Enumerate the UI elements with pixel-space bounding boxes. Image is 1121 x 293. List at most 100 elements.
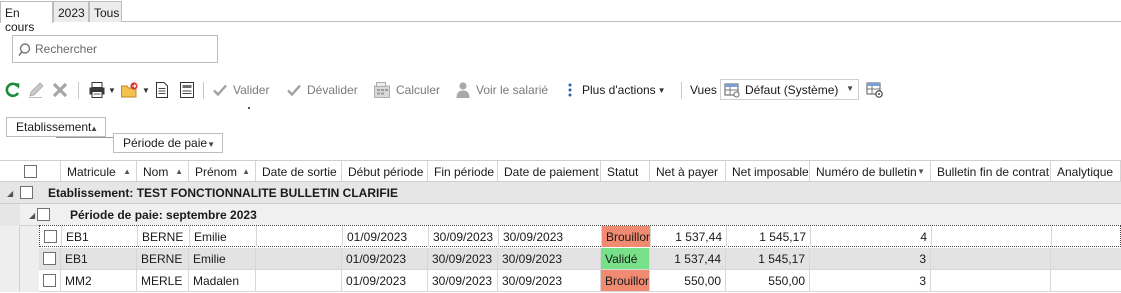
unvalidate-button[interactable]: Dévalider [286, 78, 358, 102]
cell-statut: Brouillon [601, 270, 650, 291]
cell-statut: Brouillon [602, 226, 651, 247]
delete-button[interactable] [51, 78, 69, 102]
view-employee-label: Voir le salarié [476, 83, 549, 97]
column-header-label: Prénom [195, 165, 238, 179]
group-title: Période de paie: septembre 2023 [70, 208, 257, 222]
column-header-nom[interactable]: Nom ▲ [137, 161, 189, 182]
grid-header: Matricule ▲ Nom ▲ Prénom ▲ Date de sortie D… [0, 160, 1121, 182]
column-header-fin-periode[interactable]: Fin période [428, 161, 498, 182]
sort-desc-icon: ▼ [917, 167, 925, 176]
sort-asc-icon: ▲ [123, 167, 131, 176]
chevron-down-icon: ▼ [142, 85, 150, 95]
row-checkbox[interactable] [43, 252, 56, 265]
grid-view-icon [724, 83, 740, 98]
column-header-debut-periode[interactable]: Début période [342, 161, 428, 182]
cell-debut: 01/09/2023 [342, 270, 428, 291]
group-title: Etablissement: TEST FONCTIONNALITE BULLE… [48, 186, 399, 200]
sort-asc-icon: ▲ [175, 167, 183, 176]
cell-fin: 30/09/2023 [429, 226, 499, 247]
views-text: Vues [690, 83, 717, 97]
cell-nom: BERNE [138, 226, 190, 247]
group-row-etablissement[interactable]: ◢ Etablissement: TEST FONCTIONNALITE BUL… [0, 182, 1121, 204]
table-row[interactable]: MM2 MERLE Madalen 01/09/2023 30/09/2023 … [39, 270, 1121, 292]
collapse-triangle-icon[interactable]: ◢ [7, 189, 13, 198]
select-all-cell [0, 161, 61, 182]
sort-asc-icon: ▲ [90, 124, 98, 133]
column-header-net-payer[interactable]: Net à payer [650, 161, 726, 182]
tab-tous[interactable]: Tous [89, 1, 122, 22]
validate-label: Valider [233, 83, 270, 97]
search-box [12, 35, 218, 63]
person-icon [456, 82, 470, 98]
collapse-triangle-icon[interactable]: ◢ [29, 211, 35, 220]
group-chip-periode[interactable]: Période de paie ▼ [113, 133, 223, 153]
cell-net-imposable: 550,00 [726, 270, 810, 291]
cell-fin-contrat [932, 226, 1052, 247]
grid-settings-icon [866, 82, 883, 98]
cell-fin: 30/09/2023 [428, 248, 498, 269]
refresh-button[interactable] [4, 78, 22, 102]
cell-matricule: EB1 [62, 226, 138, 247]
cell-fin-contrat [931, 248, 1051, 269]
views-selected-value: Défaut (Système) [745, 82, 839, 97]
group-checkbox[interactable] [37, 208, 50, 221]
group-checkbox[interactable] [20, 186, 33, 199]
search-input[interactable] [35, 40, 213, 58]
cell-matricule: EB1 [61, 248, 137, 269]
calculate-button[interactable]: Calculer [373, 78, 440, 102]
search-icon [18, 43, 31, 56]
cell-date-sortie [256, 248, 342, 269]
table-row[interactable]: EB1 BERNE Emilie 01/09/2023 30/09/2023 3… [39, 248, 1121, 270]
cell-net-payer: 550,00 [650, 270, 726, 291]
document-list-icon [180, 82, 194, 98]
column-header-net-imposable[interactable]: Net imposable [726, 161, 810, 182]
document-button[interactable] [153, 78, 171, 102]
cell-prenom: Emilie [190, 226, 257, 247]
column-header-label: Bulletin fin de contrat [937, 165, 1050, 179]
column-header-numero-bulletin[interactable]: Numéro de bulletin ▼ [810, 161, 931, 182]
cell-analytique [1052, 226, 1120, 247]
views-select[interactable]: Défaut (Système) ▼ [720, 79, 859, 100]
sort-desc-icon: ▼ [207, 140, 215, 149]
toolbar-separator [681, 82, 682, 99]
row-checkbox[interactable] [43, 274, 56, 287]
cell-analytique [1051, 270, 1121, 291]
column-header-date-sortie[interactable]: Date de sortie [256, 161, 342, 182]
row-checkbox-cell [40, 226, 62, 247]
print-button[interactable]: ▼ [88, 78, 116, 102]
more-actions-button[interactable]: Plus d'actions ▼ [566, 78, 666, 102]
cell-matricule: MM2 [61, 270, 137, 291]
grid-settings-button[interactable] [866, 78, 884, 102]
column-header-fin-contrat[interactable]: Bulletin fin de contrat [931, 161, 1051, 182]
validate-button[interactable]: Valider [212, 78, 269, 102]
cell-numero: 3 [810, 270, 931, 291]
column-header-label: Net à payer [656, 165, 719, 179]
indent-line [19, 226, 20, 292]
group-row-periode[interactable]: ◢ Période de paie: septembre 2023 [20, 204, 1121, 226]
column-header-label: Fin période [434, 165, 495, 179]
cell-analytique [1051, 248, 1121, 269]
export-icon [121, 82, 138, 98]
export-button[interactable]: ▼ [120, 78, 150, 102]
more-vertical-icon [568, 83, 572, 97]
cell-nom: BERNE [137, 248, 189, 269]
view-employee-button[interactable]: Voir le salarié [455, 78, 548, 102]
edit-button[interactable] [27, 78, 45, 102]
column-header-label: Numéro de bulletin [816, 165, 917, 179]
unvalidate-label: Dévalider [307, 83, 358, 97]
row-checkbox[interactable] [44, 230, 57, 243]
table-row[interactable]: EB1 BERNE Emilie 01/09/2023 30/09/2023 3… [39, 225, 1121, 247]
column-header-matricule[interactable]: Matricule ▲ [61, 161, 137, 182]
column-header-statut[interactable]: Statut [601, 161, 650, 182]
tab-2023[interactable]: 2023 [53, 1, 89, 22]
column-header-prenom[interactable]: Prénom ▲ [189, 161, 256, 182]
column-header-analytique[interactable]: Analytique [1051, 161, 1121, 182]
document-icon [156, 82, 168, 98]
group-chip-etablissement[interactable]: Etablissement ▲ [6, 117, 106, 137]
row-indent [0, 226, 39, 292]
more-actions-label: Plus d'actions [582, 83, 656, 97]
document-list-button[interactable] [178, 78, 196, 102]
column-header-date-paiement[interactable]: Date de paiement [498, 161, 601, 182]
tab-en-cours[interactable]: En cours [0, 1, 53, 34]
select-all-checkbox[interactable] [23, 165, 37, 178]
